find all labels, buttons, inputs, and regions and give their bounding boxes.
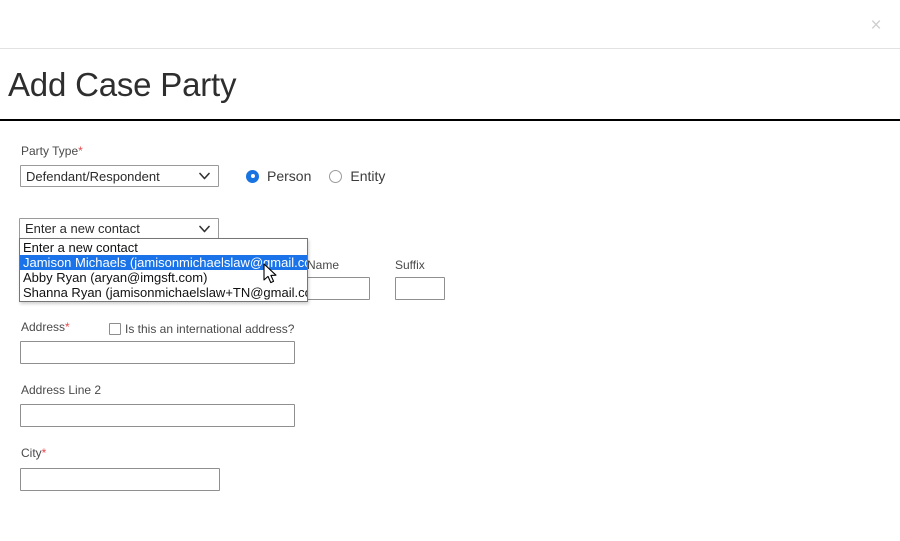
international-address-checkbox[interactable]	[109, 323, 121, 335]
party-type-label: Party Type*	[21, 144, 83, 158]
add-case-party-form: Party Type* Defendant/Respondent Person …	[0, 121, 900, 541]
middle-name-label: Name	[307, 258, 340, 272]
contact-dropdown-list[interactable]: Enter a new contact Jamison Michaels (ja…	[19, 238, 308, 302]
address-label-text: Address	[21, 320, 66, 334]
contact-option-1[interactable]: Jamison Michaels (jamisonmichaelslaw@gma…	[20, 255, 307, 270]
chevron-down-icon	[199, 225, 210, 232]
address-label: Address*	[21, 320, 70, 334]
middle-name-input[interactable]	[307, 277, 370, 300]
chevron-down-icon	[199, 172, 210, 180]
suffix-label: Suffix	[395, 258, 425, 272]
suffix-input[interactable]	[395, 277, 445, 300]
city-label-text: City	[21, 446, 42, 460]
city-required-asterisk: *	[41, 446, 47, 460]
international-address-row[interactable]: Is this an international address?	[109, 322, 294, 336]
contact-option-0[interactable]: Enter a new contact	[20, 240, 307, 255]
city-label: City*	[21, 446, 46, 460]
address-required-asterisk: *	[65, 320, 70, 334]
address-input[interactable]	[20, 341, 295, 364]
address-line-2-label: Address Line 2	[21, 383, 102, 397]
radio-person[interactable]	[246, 169, 259, 183]
contact-select-value: Enter a new contact	[25, 221, 140, 236]
radio-person-label[interactable]: Person	[267, 168, 311, 184]
international-address-label[interactable]: Is this an international address?	[125, 322, 294, 336]
party-type-select-value: Defendant/Respondent	[26, 168, 160, 184]
contact-select[interactable]: Enter a new contact	[19, 218, 219, 239]
contact-option-2[interactable]: Abby Ryan (aryan@imgsft.com)	[20, 270, 307, 285]
close-icon[interactable]: ×	[866, 16, 886, 36]
party-type-label-text: Party Type	[21, 144, 79, 158]
party-type-required-asterisk: *	[78, 144, 83, 158]
party-type-select[interactable]: Defendant/Respondent	[20, 165, 219, 187]
page-title: Add Case Party	[8, 66, 237, 103]
modal-header: ×	[0, 0, 900, 49]
city-input[interactable]	[20, 468, 220, 491]
person-entity-radio-group: Person Entity	[246, 166, 385, 186]
address-line-2-input[interactable]	[20, 404, 295, 427]
radio-entity-label[interactable]: Entity	[350, 168, 385, 184]
radio-entity[interactable]	[329, 169, 343, 183]
contact-option-3[interactable]: Shanna Ryan (jamisonmichaelslaw+TN@gmail…	[20, 285, 307, 300]
